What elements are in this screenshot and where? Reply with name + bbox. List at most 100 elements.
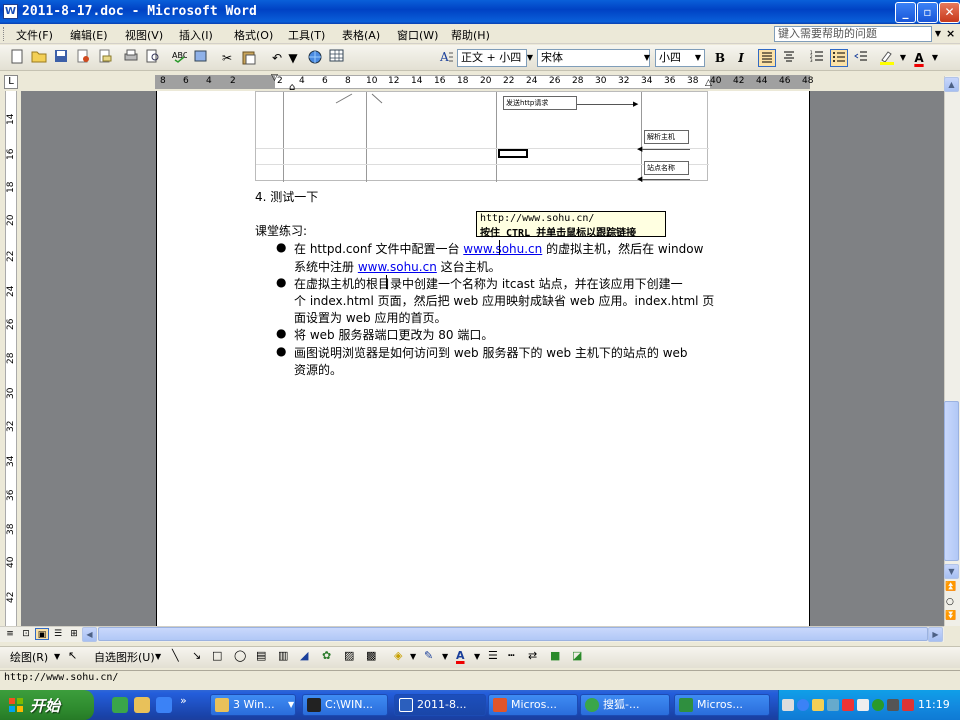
picture-icon[interactable]: ▩ xyxy=(366,649,376,662)
task-button-explorer[interactable]: 3 Win... xyxy=(210,694,296,716)
tray-antivirus-icon[interactable] xyxy=(842,699,854,711)
document-close-icon[interactable]: × xyxy=(946,26,958,42)
select-objects-icon[interactable]: ↖ xyxy=(68,649,77,662)
font-size-dropdown-icon[interactable]: ▼ xyxy=(693,49,703,67)
diagram-icon[interactable]: ✿ xyxy=(322,649,331,662)
spelling-icon[interactable]: ABC xyxy=(170,49,189,67)
quicklaunch-tool-icon[interactable] xyxy=(134,697,150,713)
hyperlink-globe-icon[interactable] xyxy=(306,49,324,67)
task-button-browser[interactable]: 搜狐-... xyxy=(580,694,670,716)
undo-dropdown-icon[interactable]: ▼ xyxy=(284,49,302,67)
previous-page-icon[interactable]: ⏫ xyxy=(945,582,956,592)
decrease-indent-button[interactable] xyxy=(852,49,870,67)
scroll-left-button[interactable]: ◀ xyxy=(82,627,97,642)
menu-insert[interactable]: 插入(I) xyxy=(179,27,213,43)
line-icon[interactable]: ╲ xyxy=(172,649,179,662)
tray-app-icon[interactable] xyxy=(812,699,824,711)
permission-icon[interactable] xyxy=(74,49,92,67)
clipart-icon[interactable]: ▨ xyxy=(344,649,354,662)
font-dropdown-icon[interactable]: ▼ xyxy=(642,49,652,67)
tray-status-icon[interactable] xyxy=(872,699,884,711)
font-color-dropdown-icon[interactable]: ▼ xyxy=(926,49,944,67)
print-layout-view-icon[interactable]: ▣ xyxy=(35,628,49,640)
group-dropdown-icon[interactable]: ▼ xyxy=(288,700,294,709)
autoshapes-button[interactable]: 自选图形(U) xyxy=(94,649,155,665)
normal-view-icon[interactable]: ≡ xyxy=(3,628,17,640)
task-button-cmd[interactable]: C:\WIN... xyxy=(302,694,388,716)
autoshapes-dropdown-icon[interactable]: ▼ xyxy=(155,652,161,661)
vertical-scroll-thumb[interactable] xyxy=(944,401,959,561)
align-justify-button[interactable] xyxy=(758,49,776,67)
first-line-indent-icon[interactable]: ▽ xyxy=(271,73,278,83)
tray-keyboard-icon[interactable] xyxy=(782,699,794,711)
menu-table[interactable]: 表格(A) xyxy=(342,27,380,43)
vertical-textbox-icon[interactable]: ▥ xyxy=(278,649,288,662)
fill-color-dropdown-icon[interactable]: ▼ xyxy=(410,652,416,661)
scroll-right-button[interactable]: ▶ xyxy=(928,627,943,642)
cut-icon[interactable]: ✂ xyxy=(218,49,236,67)
tray-shield-icon[interactable] xyxy=(902,699,914,711)
menu-window[interactable]: 窗口(W) xyxy=(397,27,438,43)
sohu-link-1[interactable]: www.sohu.cn xyxy=(463,242,542,256)
bold-button[interactable]: B xyxy=(711,49,729,67)
research-icon[interactable] xyxy=(192,49,210,67)
oval-icon[interactable]: ◯ xyxy=(234,649,246,662)
line-color-dropdown-icon[interactable]: ▼ xyxy=(442,652,448,661)
open-folder-icon[interactable] xyxy=(30,49,48,67)
outline-view-icon[interactable]: ☰ xyxy=(51,628,65,640)
tray-device-icon[interactable] xyxy=(887,699,899,711)
table-icon[interactable] xyxy=(328,49,346,67)
reading-view-icon[interactable]: ⊞ xyxy=(67,628,81,640)
save-icon[interactable] xyxy=(52,49,70,67)
task-button-word[interactable]: 2011-8... xyxy=(394,694,486,716)
title-bar[interactable]: W 2011-8-17.doc - Microsoft Word _ ▫ ✕ xyxy=(0,0,960,24)
styles-formatting-icon[interactable]: A xyxy=(438,49,456,67)
tab-selector[interactable]: L xyxy=(4,75,18,89)
help-dropdown-icon[interactable]: ▼ xyxy=(932,26,944,42)
word-app-icon[interactable]: W xyxy=(3,4,18,19)
print-icon[interactable] xyxy=(122,49,140,67)
wordart-icon[interactable]: ◢ xyxy=(300,649,308,662)
embedded-diagram[interactable]: 发送http请求 ▶ 解析主机 站点名称 ◀ ◀ xyxy=(255,91,709,183)
task-button-powerpoint[interactable]: Micros... xyxy=(488,694,578,716)
style-select[interactable]: 正文 + 小四 xyxy=(457,49,527,67)
email-icon[interactable] xyxy=(96,49,114,67)
tray-volume-icon[interactable] xyxy=(857,699,869,711)
menu-tools[interactable]: 工具(T) xyxy=(288,27,325,43)
help-search-input[interactable]: 键入需要帮助的问题 xyxy=(774,26,932,42)
web-view-icon[interactable]: ⊡ xyxy=(19,628,33,640)
arrow-icon[interactable]: ↘ xyxy=(192,649,201,662)
line-color-icon[interactable]: ✎ xyxy=(424,649,433,662)
maximize-button[interactable]: ▫ xyxy=(917,2,938,23)
style-dropdown-icon[interactable]: ▼ xyxy=(525,49,535,67)
quicklaunch-more-icon[interactable]: » xyxy=(180,694,187,707)
bullets-button[interactable] xyxy=(830,49,848,67)
draw-menu-button[interactable]: 绘图(R) xyxy=(10,649,48,665)
draw-font-color-icon[interactable]: A xyxy=(456,649,465,662)
quicklaunch-app-icon[interactable] xyxy=(156,697,172,713)
font-select[interactable]: 宋体 xyxy=(537,49,650,67)
menu-help[interactable]: 帮助(H) xyxy=(451,27,490,43)
menu-file[interactable]: 文件(F) xyxy=(16,27,53,43)
next-page-icon[interactable]: ⏬ xyxy=(945,611,956,621)
start-button[interactable]: 开始 xyxy=(0,690,94,720)
menu-grip[interactable] xyxy=(3,27,6,41)
right-indent-icon[interactable]: △ xyxy=(705,78,712,88)
close-button[interactable]: ✕ xyxy=(939,2,960,23)
new-document-icon[interactable] xyxy=(8,49,26,67)
numbering-button[interactable]: 123 xyxy=(808,49,826,67)
draw-dropdown-icon[interactable]: ▼ xyxy=(54,652,60,661)
quicklaunch-browser-icon[interactable] xyxy=(112,697,128,713)
scroll-down-button[interactable]: ▼ xyxy=(944,564,959,579)
draw-font-color-dropdown-icon[interactable]: ▼ xyxy=(474,652,480,661)
menu-format[interactable]: 格式(O) xyxy=(234,27,273,43)
paste-icon[interactable] xyxy=(240,49,258,67)
textbox-icon[interactable]: ▤ xyxy=(256,649,266,662)
fill-color-icon[interactable]: ◈ xyxy=(394,649,402,662)
browse-object-icon[interactable]: ○ xyxy=(946,597,954,607)
menu-edit[interactable]: 编辑(E) xyxy=(70,27,108,43)
tray-network-icon[interactable] xyxy=(827,699,839,711)
tray-back-icon[interactable] xyxy=(797,699,809,711)
horizontal-scroll-thumb[interactable] xyxy=(98,627,928,641)
menu-view[interactable]: 视图(V) xyxy=(125,27,163,43)
